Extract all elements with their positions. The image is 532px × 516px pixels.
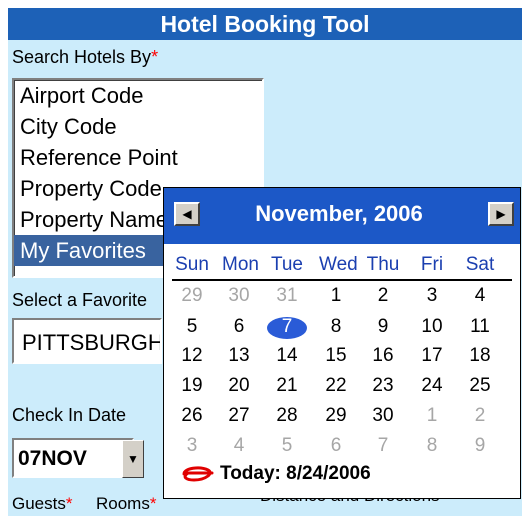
calendar-day[interactable]: 8	[319, 316, 353, 338]
calendar-day[interactable]: 1	[319, 285, 353, 307]
calendar-day[interactable]: 1	[415, 405, 449, 427]
calendar-day[interactable]: 16	[366, 345, 400, 367]
calendar-day[interactable]: 3	[175, 435, 209, 457]
weekday-header: Fri	[420, 254, 444, 275]
calendar-day[interactable]: 4	[222, 435, 256, 457]
calendar-day[interactable]: 2	[366, 285, 400, 307]
check-in-dropdown-button[interactable]: ▼	[122, 440, 144, 478]
calendar-day[interactable]: 2	[463, 405, 497, 427]
calendar-day[interactable]: 6	[222, 316, 256, 338]
calendar-popup: ◀ November, 2006 ▶ Today: 8/24/2006 Sun M…	[163, 187, 521, 499]
calendar-month-label: November, 2006	[255, 201, 423, 226]
calendar-day[interactable]: 5	[270, 435, 304, 457]
check-in-date-input[interactable]: 07NOV	[12, 438, 134, 478]
today-icon	[182, 466, 214, 482]
weekday-divider	[172, 279, 512, 281]
calendar-day[interactable]: 9	[463, 435, 497, 457]
rooms-label: Rooms*	[96, 494, 157, 513]
weekday-header: Sat	[465, 254, 495, 275]
calendar-header: ◀ November, 2006 ▶	[164, 188, 520, 244]
prev-month-button[interactable]: ◀	[174, 202, 200, 226]
guests-label: Guests*	[12, 494, 73, 513]
weekday-header: Sun	[175, 254, 209, 275]
search-by-label: Search Hotels By*	[12, 47, 159, 67]
favorite-select[interactable]: PITTSBURGH	[12, 318, 162, 364]
calendar-day[interactable]: 17	[415, 345, 449, 367]
left-triangle-icon: ◀	[182, 207, 192, 221]
check-in-label: Check In Date	[12, 405, 127, 425]
weekday-header: Mon	[222, 254, 259, 275]
calendar-day[interactable]: 30	[366, 405, 400, 427]
search-by-option[interactable]: Reference Point	[14, 142, 262, 173]
calendar-day[interactable]: 4	[463, 285, 497, 307]
calendar-day[interactable]: 8	[415, 435, 449, 457]
calendar-day[interactable]: 15	[319, 345, 353, 367]
weekday-header: Thu	[366, 254, 400, 275]
calendar-day[interactable]: 26	[175, 405, 209, 427]
calendar-day[interactable]: 3	[415, 285, 449, 307]
calendar-day[interactable]: 10	[415, 316, 449, 338]
calendar-day[interactable]: 29	[175, 285, 209, 307]
weekday-header: Wed	[319, 254, 358, 275]
today-link[interactable]: Today: 8/24/2006	[178, 463, 371, 485]
calendar-day[interactable]: 28	[270, 405, 304, 427]
calendar-day[interactable]: 12	[175, 345, 209, 367]
calendar-day[interactable]: 20	[222, 375, 256, 397]
required-mark: *	[151, 47, 159, 67]
calendar-day[interactable]: 27	[222, 405, 256, 427]
calendar-day[interactable]: 6	[319, 435, 353, 457]
calendar-day[interactable]: 30	[222, 285, 256, 307]
calendar-day[interactable]: 23	[366, 375, 400, 397]
calendar-day[interactable]: 14	[270, 345, 304, 367]
calendar-day[interactable]: 19	[175, 375, 209, 397]
calendar-day[interactable]: 13	[222, 345, 256, 367]
calendar-day[interactable]: 5	[175, 316, 209, 338]
search-by-option[interactable]: Airport Code	[14, 80, 262, 111]
favorite-label: Select a Favorite	[12, 290, 148, 310]
calendar-day[interactable]: 25	[463, 375, 497, 397]
weekday-header: Tue	[270, 254, 304, 275]
calendar-day[interactable]: 21	[270, 375, 304, 397]
calendar-day[interactable]: 7	[366, 435, 400, 457]
calendar-day[interactable]: 18	[463, 345, 497, 367]
page-title: Hotel Booking Tool	[8, 8, 522, 40]
next-month-button[interactable]: ▶	[488, 202, 514, 226]
chevron-down-icon: ▼	[127, 452, 139, 466]
calendar-day[interactable]: 11	[463, 316, 497, 338]
calendar-day[interactable]: 29	[319, 405, 353, 427]
calendar-day[interactable]: 24	[415, 375, 449, 397]
right-triangle-icon: ▶	[496, 207, 506, 221]
calendar-day[interactable]: 22	[319, 375, 353, 397]
calendar-day-selected[interactable]: 7	[270, 316, 304, 338]
calendar-day[interactable]: 31	[270, 285, 304, 307]
calendar-day[interactable]: 9	[366, 316, 400, 338]
search-by-option[interactable]: City Code	[14, 111, 262, 142]
